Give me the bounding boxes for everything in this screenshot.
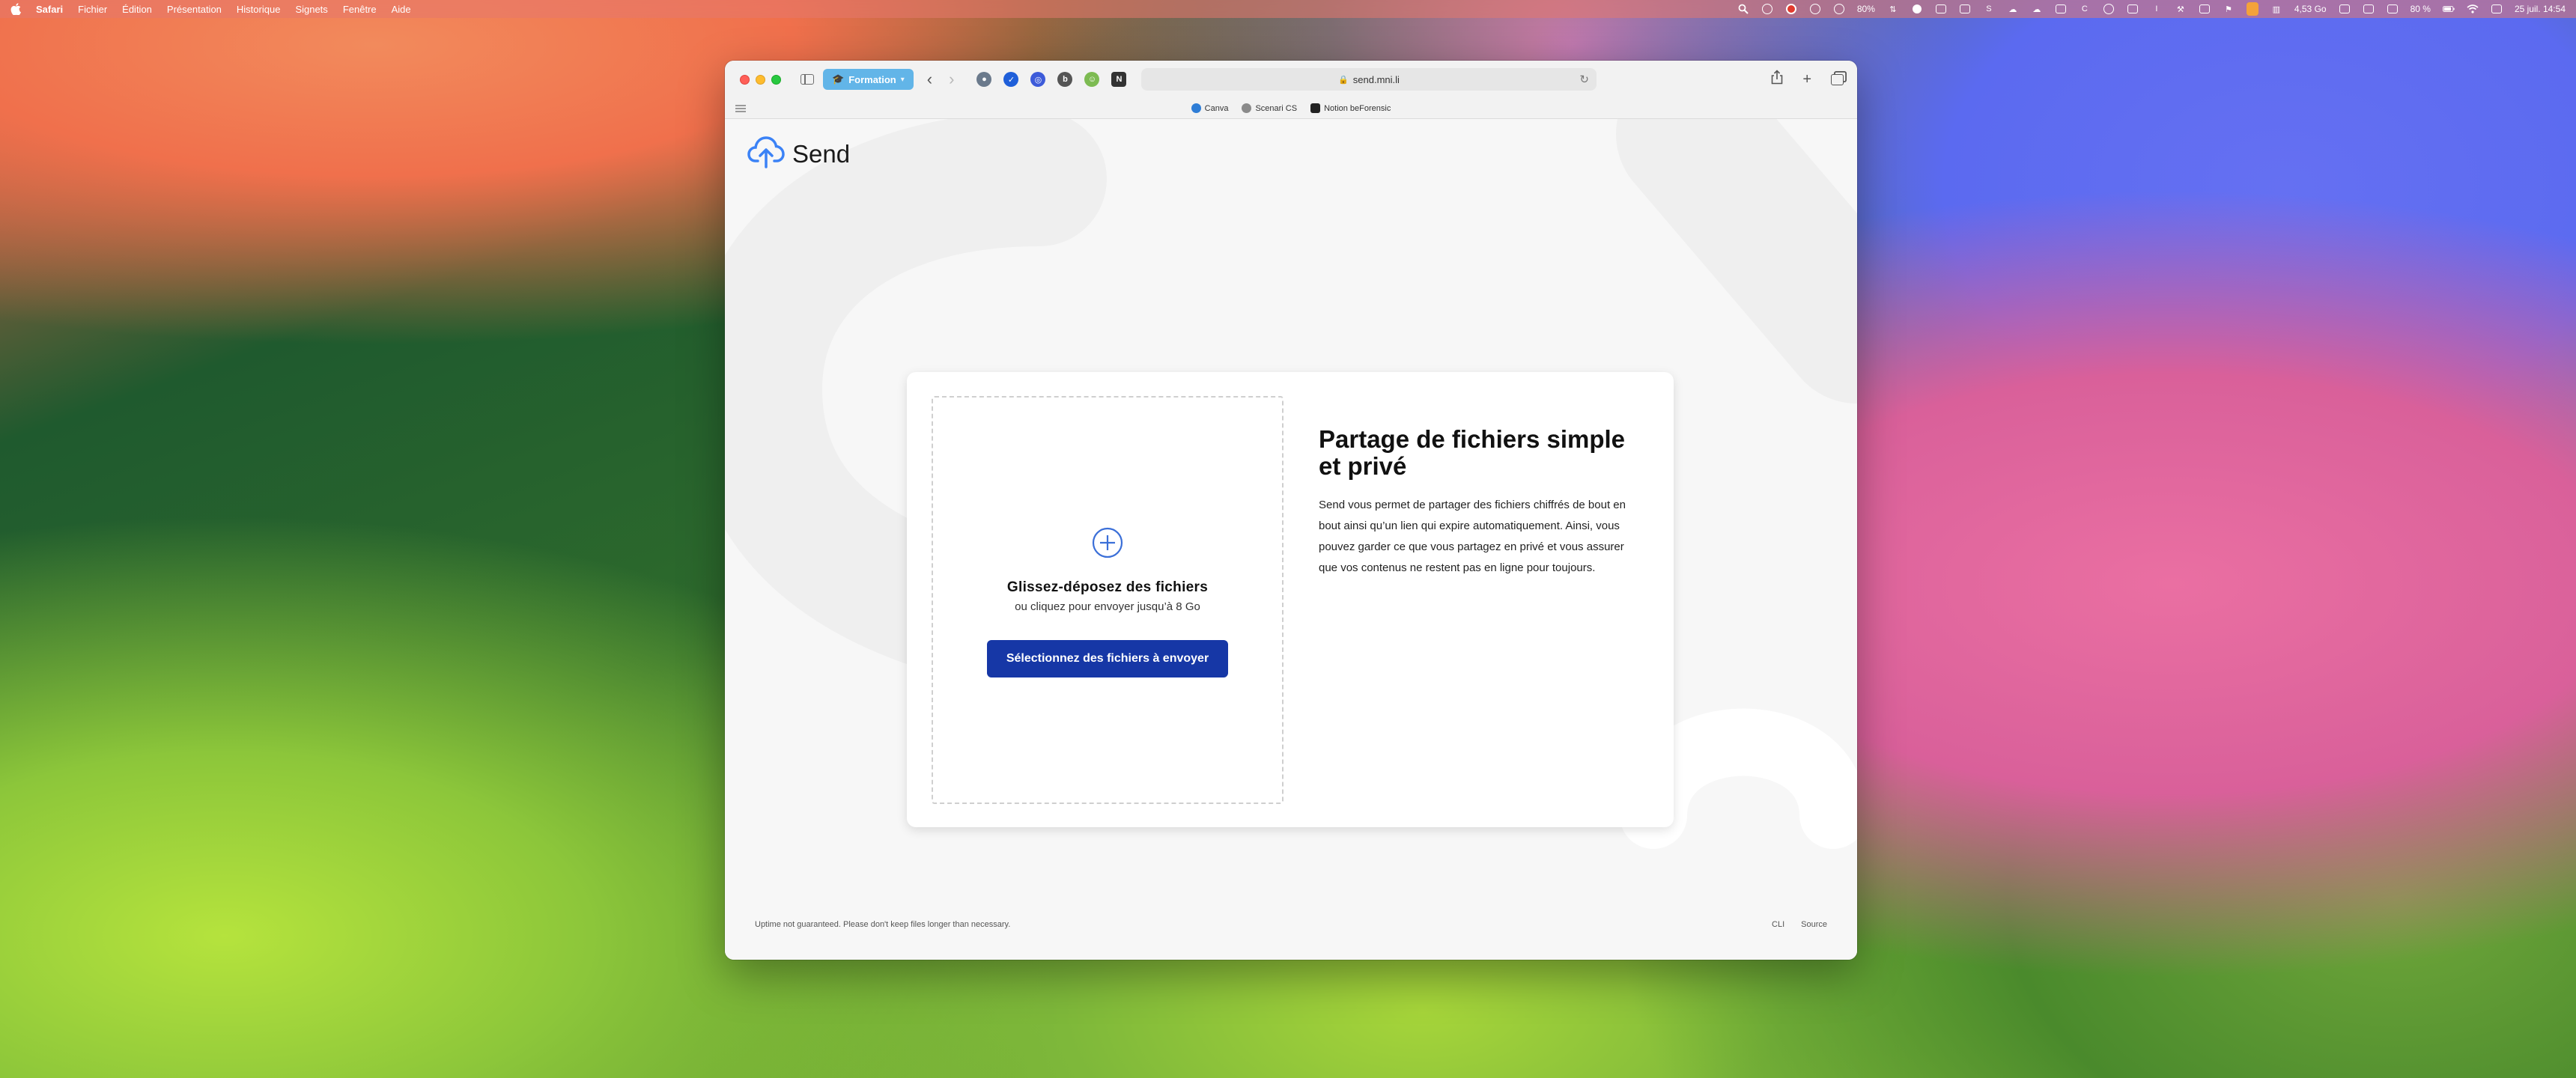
footer-link-cli[interactable]: CLI bbox=[1772, 920, 1784, 929]
extension-target-icon[interactable]: ◎ bbox=[1030, 72, 1046, 87]
address-text: send.mni.li bbox=[1352, 73, 1400, 85]
battery-percent[interactable]: 80 % bbox=[2411, 4, 2431, 14]
favorites-bar: Canva Scenari CS Notion beForensic bbox=[725, 98, 1857, 119]
share-icon[interactable] bbox=[1771, 70, 1783, 89]
cloud-icon[interactable]: ☁ bbox=[2007, 3, 2019, 15]
menu-edition[interactable]: Édition bbox=[122, 4, 152, 15]
menu-bar-left: Safari Fichier Édition Présentation Hist… bbox=[10, 3, 411, 16]
toolbar-right: + bbox=[1771, 70, 1844, 89]
extension-bold-icon[interactable]: b bbox=[1057, 72, 1073, 87]
dropzone-subtitle: ou cliquez pour envoyer jusqu’à 8 Go bbox=[1015, 600, 1200, 613]
record-icon[interactable] bbox=[1785, 3, 1797, 15]
keyboard-icon[interactable] bbox=[2363, 3, 2375, 15]
bookmark-label: Notion beForensic bbox=[1324, 103, 1391, 113]
footer-links: CLI Source bbox=[1772, 920, 1827, 929]
camera-status-icon[interactable] bbox=[1761, 3, 1773, 15]
menu-historique[interactable]: Historique bbox=[237, 4, 281, 15]
apple-icon[interactable] bbox=[10, 3, 21, 16]
cloud-sync-icon[interactable]: ☁ bbox=[2031, 3, 2043, 15]
file-dropzone[interactable]: Glissez-déposez des fichiers ou cliquez … bbox=[932, 396, 1284, 804]
tab-group-label: Formation bbox=[848, 73, 896, 85]
uptime-notice: Uptime not guaranteed. Please don't keep… bbox=[755, 920, 1011, 929]
extension-check-icon[interactable]: ✓ bbox=[1003, 72, 1019, 87]
wifi-icon[interactable] bbox=[2467, 3, 2479, 15]
cpu-usage[interactable]: 80% bbox=[1857, 4, 1875, 14]
menu-clock[interactable]: 25 juil. 14:54 bbox=[2515, 4, 2566, 14]
extension-notion-icon[interactable]: N bbox=[1111, 72, 1127, 87]
minimize-window-button[interactable] bbox=[756, 74, 765, 85]
memory-usage[interactable]: 4,53 Go bbox=[2294, 4, 2327, 14]
new-tab-icon[interactable]: + bbox=[1802, 71, 1811, 88]
extension-green-icon[interactable]: ☺ bbox=[1084, 72, 1100, 87]
footer-link-source[interactable]: Source bbox=[1801, 920, 1827, 929]
tab-group-button[interactable]: 🎓 Formation ▾ bbox=[823, 69, 914, 90]
back-button[interactable]: ‹ bbox=[927, 71, 932, 88]
window-controls bbox=[740, 74, 781, 85]
web-page: Send Glissez-déposez des fichiers ou cli… bbox=[725, 119, 1857, 960]
intro-section: Partage de fichiers simple et privé Send… bbox=[1319, 426, 1633, 579]
notion-favicon-icon bbox=[1310, 103, 1321, 113]
plus-circle-icon bbox=[1091, 526, 1124, 563]
send-logo[interactable]: Send bbox=[747, 135, 850, 172]
select-files-button[interactable]: Sélectionnez des fichiers à envoyer bbox=[987, 640, 1228, 677]
intro-title: Partage de fichiers simple et privé bbox=[1319, 425, 1626, 480]
bookmark-label: Scenari CS bbox=[1255, 103, 1298, 113]
menu-app-name[interactable]: Safari bbox=[36, 4, 63, 15]
tools-icon[interactable]: ⚒ bbox=[2175, 3, 2187, 15]
sidebar-toggle-icon[interactable] bbox=[801, 74, 814, 85]
calendar-icon[interactable] bbox=[2055, 3, 2067, 15]
upload-card: Glissez-déposez des fichiers ou cliquez … bbox=[907, 372, 1674, 827]
forward-button[interactable]: › bbox=[949, 71, 954, 88]
menu-aide[interactable]: Aide bbox=[392, 4, 411, 15]
canva-favicon-icon bbox=[1191, 103, 1201, 113]
control-center-icon[interactable] bbox=[2491, 3, 2503, 15]
window-icon[interactable] bbox=[2127, 3, 2139, 15]
notes-icon[interactable] bbox=[1935, 3, 1947, 15]
settings-dot-icon[interactable] bbox=[2103, 3, 2115, 15]
bookmark-canva[interactable]: Canva bbox=[1191, 103, 1229, 113]
clock-icon[interactable] bbox=[1833, 3, 1845, 15]
network-icon[interactable]: ⇅ bbox=[1887, 3, 1899, 15]
memory-icon[interactable]: ▥ bbox=[2270, 3, 2282, 15]
zoom-window-button[interactable] bbox=[771, 74, 781, 85]
text-icon[interactable]: I bbox=[2151, 3, 2163, 15]
spotlight-icon[interactable] bbox=[1737, 3, 1749, 15]
notion-icon[interactable] bbox=[1959, 3, 1971, 15]
amphetamine-icon[interactable] bbox=[2246, 2, 2258, 16]
dark-app-icon[interactable] bbox=[1911, 3, 1923, 15]
display-icon[interactable] bbox=[2339, 3, 2351, 15]
cloud-upload-icon bbox=[747, 135, 785, 172]
extension-lastpass-icon[interactable]: ● bbox=[976, 72, 992, 87]
reload-icon[interactable]: ↻ bbox=[1579, 73, 1589, 86]
intro-body: Send vous permet de partager des fichier… bbox=[1319, 499, 1626, 574]
chevron-down-icon: ▾ bbox=[900, 75, 905, 84]
menu-presentation[interactable]: Présentation bbox=[167, 4, 222, 15]
address-bar[interactable]: 🔒 send.mni.li ↻ bbox=[1141, 68, 1597, 91]
flag-icon[interactable]: ⚑ bbox=[2223, 3, 2235, 15]
globe-favicon-icon bbox=[1242, 103, 1252, 113]
safari-window: 🎓 Formation ▾ ‹ › ● ✓ ◎ b ☺ N 🔒 send.mni… bbox=[725, 61, 1857, 960]
menu-bar: Safari Fichier Édition Présentation Hist… bbox=[0, 0, 2576, 18]
bookmark-notion[interactable]: Notion beForensic bbox=[1310, 103, 1391, 113]
battery-icon[interactable] bbox=[2443, 3, 2455, 15]
brand-name: Send bbox=[792, 139, 851, 168]
graduation-cap-icon: 🎓 bbox=[832, 73, 845, 85]
menu-bar-status: 80% ⇅ S ☁ ☁ C I ⚒ ⚑ ▥ 4,53 Go 80 % 25 ju… bbox=[1737, 2, 2566, 16]
menu-fichier[interactable]: Fichier bbox=[78, 4, 107, 15]
screens-icon[interactable] bbox=[2387, 3, 2399, 15]
lock-icon: 🔒 bbox=[1338, 75, 1349, 85]
menu-fenetre[interactable]: Fenêtre bbox=[343, 4, 377, 15]
bookmark-label: Canva bbox=[1204, 103, 1229, 113]
bookmark-scenari[interactable]: Scenari CS bbox=[1242, 103, 1297, 113]
browser-toolbar: 🎓 Formation ▾ ‹ › ● ✓ ◎ b ☺ N 🔒 send.mni… bbox=[725, 61, 1857, 98]
bookmarks-menu-icon[interactable] bbox=[735, 105, 746, 112]
close-window-button[interactable] bbox=[740, 74, 750, 85]
tab-overview-icon[interactable] bbox=[1831, 73, 1844, 85]
menu-signets[interactable]: Signets bbox=[295, 4, 327, 15]
s-app-icon[interactable]: S bbox=[1983, 3, 1995, 15]
c-app-icon[interactable]: C bbox=[2079, 3, 2091, 15]
share-app-icon[interactable] bbox=[2199, 3, 2211, 15]
dropzone-title: Glissez-déposez des fichiers bbox=[1006, 579, 1209, 595]
monitor-icon[interactable] bbox=[1809, 3, 1821, 15]
